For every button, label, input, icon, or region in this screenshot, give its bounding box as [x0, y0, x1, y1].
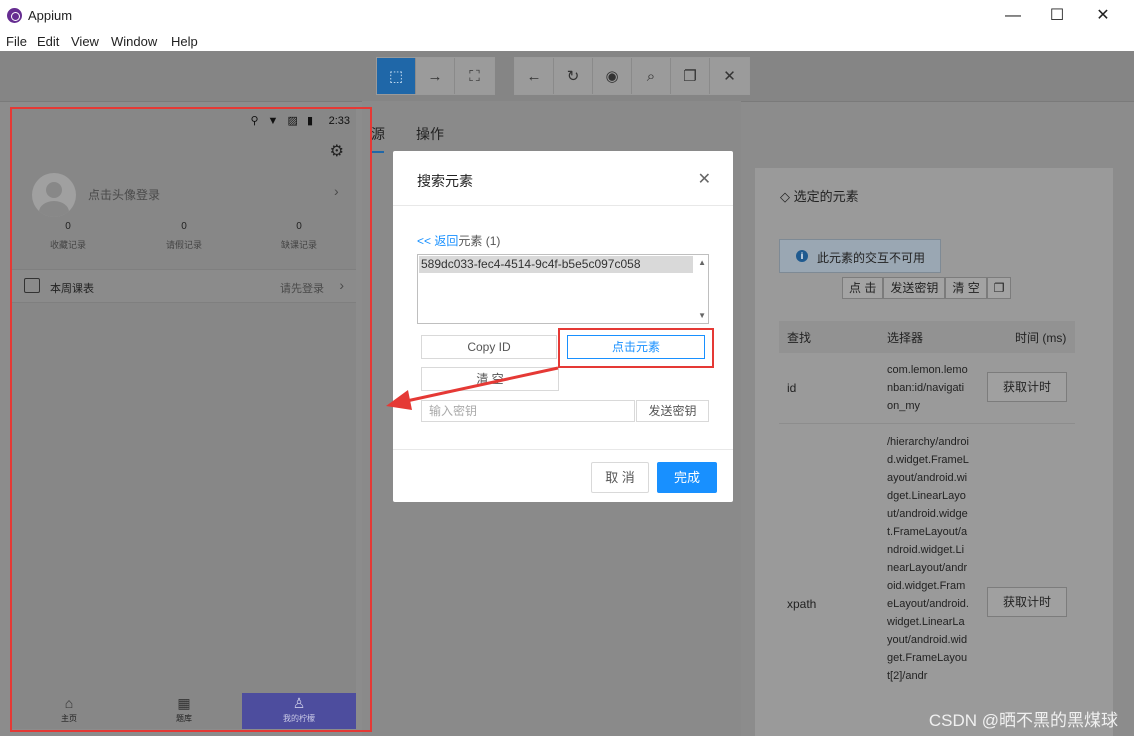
copy-attributes-icon[interactable]: ❐ [986, 277, 1012, 299]
copy-icon[interactable]: ❐ [671, 58, 710, 94]
select-elements-icon[interactable]: ⬚ [377, 58, 416, 94]
element-actions: 点 击 发送密钥 清 空 ❐ [842, 277, 1012, 299]
send-keys-button[interactable]: 发送密钥 [883, 277, 946, 299]
menu-view[interactable]: View [71, 34, 99, 49]
menu-help[interactable]: Help [171, 34, 198, 49]
tag-icon: ◇ [780, 189, 794, 204]
maximize-button[interactable]: ☐ [1034, 2, 1080, 30]
cancel-button[interactable]: 取 消 [591, 462, 649, 493]
toolbar-group-mode: ⬚ → ⛶ [376, 57, 495, 95]
strategy-cell: xpath [787, 597, 817, 611]
selector-table-header: 查找 选择器 时间 (ms) [779, 321, 1075, 353]
appium-logo-icon [7, 8, 22, 23]
modal-title: 搜索元素 [417, 173, 473, 189]
element-id-item[interactable]: 589dc033-fec4-4514-9c4f-b5e5c097c058 [419, 256, 693, 273]
swipe-icon[interactable]: → [416, 58, 455, 94]
minimize-button[interactable]: — [990, 2, 1036, 30]
tap-coordinates-icon[interactable]: ⛶ [455, 58, 494, 94]
table-row: id com.lemon.lemonban:id/navigation_my 获… [779, 354, 1075, 424]
annotation-device-box [10, 107, 372, 732]
title-bar: Appium — ☐ ✕ [0, 0, 1134, 32]
back-link-text: << 返回 [417, 234, 459, 248]
scroll-up-icon[interactable]: ▲ [698, 258, 706, 267]
done-button[interactable]: 完成 [657, 462, 717, 493]
header-selector: 选择器 [887, 331, 924, 345]
tab-active-indicator [372, 151, 384, 153]
send-keys-button[interactable]: 发送密钥 [636, 400, 709, 422]
selector-cell: /hierarchy/android.widget.FrameLayout/an… [887, 436, 969, 682]
tab-actions[interactable]: 操作 [416, 124, 444, 144]
divider [393, 449, 733, 450]
refresh-icon[interactable]: ↻ [554, 58, 593, 94]
get-timing-button[interactable]: 获取计时 [987, 372, 1067, 402]
close-window-button[interactable]: ✕ [1080, 2, 1126, 30]
search-element-modal: 搜索元素 ✕ << 返回元素 (1) 589dc033-fec4-4514-9c… [393, 151, 733, 502]
annotation-arrow [386, 366, 559, 410]
notice-text: 此元素的交互不可用 [817, 251, 926, 265]
annotation-tap-box [558, 328, 714, 368]
copy-id-button[interactable]: Copy ID [421, 335, 557, 359]
selected-element-title-text: 选定的元素 [793, 189, 859, 204]
strategy-cell: id [787, 381, 797, 395]
watermark: CSDN @晒不黑的黑煤球 [928, 711, 1118, 730]
divider [393, 205, 733, 206]
close-icon[interactable]: ✕ [710, 58, 749, 94]
close-icon[interactable]: ✕ [698, 169, 711, 189]
menu-bar: File Edit View Window Help [0, 32, 1134, 51]
interaction-notice: i 此元素的交互不可用 [779, 239, 941, 273]
back-to-elements-link[interactable]: << 返回元素 (1) [417, 232, 500, 249]
menu-edit[interactable]: Edit [37, 34, 59, 49]
header-time: 时间 (ms) [1015, 331, 1067, 345]
tap-button[interactable]: 点 击 [842, 277, 884, 299]
clear-button[interactable]: 清 空 [945, 277, 987, 299]
get-timing-button[interactable]: 获取计时 [987, 587, 1067, 617]
back-link-suffix: 元素 [458, 234, 483, 248]
selector-cell: com.lemon.lemonban:id/navigation_my [887, 364, 968, 412]
scroll-down-icon[interactable]: ▼ [698, 311, 706, 320]
back-icon[interactable]: ← [515, 58, 554, 94]
tab-source[interactable]: 源 [371, 124, 385, 144]
toolbar: ⬚ → ⛶ ← ↻ ◉ ⌕ ❐ ✕ [0, 51, 1134, 102]
table-row: xpath /hierarchy/android.widget.FrameLay… [779, 425, 1075, 736]
selected-element-title: ◇ 选定的元素 [780, 186, 859, 205]
search-icon[interactable]: ⌕ [632, 58, 671, 94]
window-title: Appium [28, 8, 73, 23]
eye-icon[interactable]: ◉ [593, 58, 632, 94]
info-icon: i [796, 250, 808, 262]
menu-file[interactable]: File [6, 34, 27, 49]
header-strategy: 查找 [787, 331, 812, 345]
element-id-list[interactable]: 589dc033-fec4-4514-9c4f-b5e5c097c058 ▲ ▼ [417, 254, 709, 324]
toolbar-group-actions: ← ↻ ◉ ⌕ ❐ ✕ [514, 57, 750, 95]
menu-window[interactable]: Window [111, 34, 157, 49]
element-count: (1) [482, 234, 501, 248]
